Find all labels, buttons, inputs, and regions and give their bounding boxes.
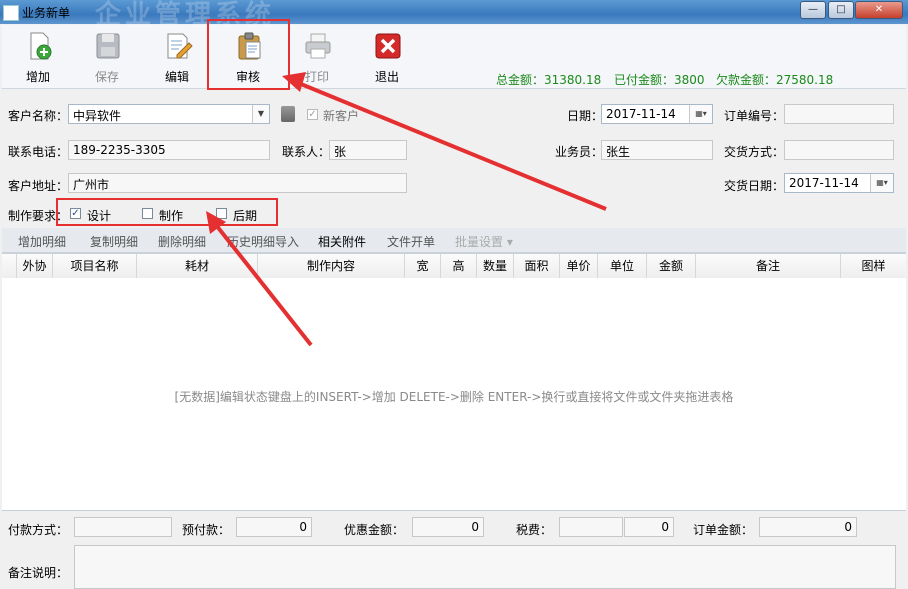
detail-table-header: 外协 项目名称 耗材 制作内容 宽 高 数量 面积 单价 单位 金额 备注 图样: [2, 253, 906, 279]
summary-total: 总金额：31380.18: [496, 73, 602, 87]
tax-amount-field[interactable]: 0: [624, 517, 674, 537]
batch-settings-button[interactable]: 批量设置 ▾: [455, 233, 513, 250]
order-no-field[interactable]: [784, 104, 894, 124]
contact-field[interactable]: 张: [329, 140, 407, 160]
new-customer-label: 新客户: [323, 109, 360, 123]
save-button[interactable]: 保存: [77, 25, 137, 87]
row-indicator-header: [2, 254, 16, 278]
customer-lookup-icon[interactable]: [281, 106, 295, 122]
file-bill-button[interactable]: 文件开单: [387, 233, 435, 250]
main-toolbar: 增加 保存 编辑 审核 打印 退出 总金额：31380.18 已付金额：3800…: [2, 25, 906, 89]
address-label: 客户地址：: [8, 179, 69, 193]
new-customer-checkbox[interactable]: ✓: [307, 109, 318, 120]
salesman-label: 业务员：: [555, 145, 604, 159]
prepay-field[interactable]: 0: [236, 517, 312, 537]
window-title: 业务新单: [22, 6, 71, 20]
chevron-down-icon[interactable]: ▼: [252, 105, 269, 123]
customer-select[interactable]: 中异软件 ▼: [68, 104, 270, 124]
delivery-date-value: 2017-11-14: [789, 176, 859, 190]
exit-button-label: 退出: [374, 70, 399, 84]
delete-detail-button[interactable]: 删除明细: [158, 233, 206, 250]
close-button[interactable]: ✕: [855, 1, 903, 19]
payment-label: 付款方式：: [8, 523, 69, 537]
minimize-button[interactable]: —: [800, 1, 826, 19]
discount-field[interactable]: 0: [412, 517, 484, 537]
save-button-label: 保存: [94, 70, 119, 84]
column-header[interactable]: 图样: [840, 254, 906, 278]
column-header[interactable]: 制作内容: [257, 254, 404, 278]
history-import-button[interactable]: 历史明细导入: [227, 233, 299, 250]
disk-icon: [96, 33, 120, 59]
edit-document-icon: [167, 33, 193, 59]
calendar-icon[interactable]: ▦▾: [689, 105, 712, 123]
edit-button[interactable]: 编辑: [147, 25, 207, 87]
app-icon: [3, 5, 19, 21]
tax-rate-field[interactable]: [559, 517, 623, 537]
requirement-highlight-box: [56, 198, 278, 226]
order-no-label: 订单编号：: [724, 109, 785, 123]
exit-button[interactable]: 退出: [357, 25, 417, 87]
date-label: 日期：: [567, 109, 604, 123]
date-value: 2017-11-14: [606, 107, 676, 121]
column-header[interactable]: 高: [440, 254, 476, 278]
maximize-button[interactable]: □: [828, 1, 854, 19]
add-detail-button[interactable]: 增加明细: [18, 233, 66, 250]
detail-table-body[interactable]: [无数据]编辑状态键盘上的INSERT->增加 DELETE->删除 ENTER…: [2, 278, 906, 511]
column-header[interactable]: 备注: [695, 254, 840, 278]
customer-value: 中异软件: [73, 109, 122, 123]
order-amount-label: 订单金额：: [693, 523, 754, 537]
detail-toolbar: 增加明细 复制明细 删除明细 历史明细导入 相关附件 文件开单 批量设置 ▾: [2, 228, 906, 253]
column-header[interactable]: 项目名称: [52, 254, 136, 278]
contact-label: 联系人：: [282, 145, 331, 159]
red-x-icon: [375, 33, 401, 59]
print-button[interactable]: 打印: [287, 25, 347, 87]
delivery-method-label: 交货方式：: [724, 145, 785, 159]
phone-label: 联系电话：: [8, 145, 69, 159]
tax-label: 税费：: [516, 523, 553, 537]
audit-highlight-box: [207, 19, 290, 90]
edit-button-label: 编辑: [164, 70, 189, 84]
salesman-field[interactable]: 张生: [601, 140, 713, 160]
delivery-date-label: 交货日期：: [724, 179, 785, 193]
column-header[interactable]: 面积: [513, 254, 559, 278]
discount-label: 优惠金额：: [344, 523, 405, 537]
phone-field[interactable]: 189-2235-3305: [68, 140, 270, 160]
column-header[interactable]: 单价: [559, 254, 597, 278]
column-header[interactable]: 金额: [646, 254, 695, 278]
attachments-button[interactable]: 相关附件: [318, 233, 366, 250]
print-button-label: 打印: [304, 70, 329, 84]
order-amount-field[interactable]: 0: [759, 517, 857, 537]
customer-label: 客户名称：: [8, 109, 69, 123]
prepay-label: 预付款：: [182, 523, 231, 537]
remark-field[interactable]: [74, 545, 896, 589]
column-header[interactable]: 单位: [597, 254, 646, 278]
summary-owed: 欠款金额：27580.18: [716, 73, 834, 87]
copy-detail-button[interactable]: 复制明细: [90, 233, 138, 250]
column-header[interactable]: 数量: [476, 254, 513, 278]
summary-paid: 已付金额：3800: [614, 73, 705, 87]
column-header[interactable]: 外协: [16, 254, 52, 278]
column-header[interactable]: 宽: [404, 254, 440, 278]
date-picker[interactable]: 2017-11-14 ▦▾: [601, 104, 713, 124]
printer-icon: [305, 33, 331, 59]
delivery-method-field[interactable]: [784, 140, 894, 160]
add-button-label: 增加: [25, 70, 50, 84]
remark-label: 备注说明：: [8, 566, 69, 580]
empty-table-message: [无数据]编辑状态键盘上的INSERT->增加 DELETE->删除 ENTER…: [174, 390, 734, 404]
payment-field[interactable]: [74, 517, 172, 537]
title-bar: 企业管理系统 业务新单 — □ ✕: [0, 0, 908, 30]
new-document-icon: [30, 32, 52, 60]
footer-panel: 付款方式： 预付款： 0 优惠金额： 0 税费： 0 订单金额： 0 备注说明：: [2, 511, 906, 589]
add-button[interactable]: 增加: [8, 25, 68, 87]
column-header[interactable]: 耗材: [136, 254, 257, 278]
calendar-icon[interactable]: ▦▾: [870, 174, 893, 192]
delivery-date-picker[interactable]: 2017-11-14 ▦▾: [784, 173, 894, 193]
address-field[interactable]: 广州市: [68, 173, 407, 193]
